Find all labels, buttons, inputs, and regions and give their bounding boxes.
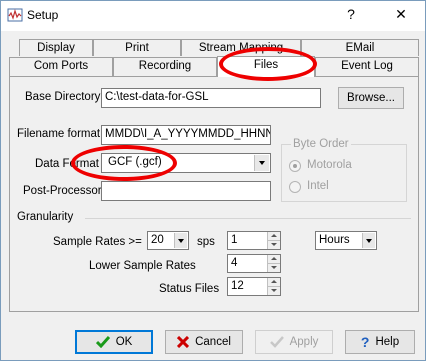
data-format-select[interactable]: GCF (.gcf) <box>101 153 271 173</box>
time-unit-select[interactable]: Hours <box>315 231 377 250</box>
tab-com-ports[interactable]: Com Ports <box>9 57 113 76</box>
sps-label: sps <box>197 236 215 248</box>
help-icon: ? <box>360 334 370 350</box>
status-files-spinner[interactable]: 12 <box>227 277 281 296</box>
base-directory-label: Base Directory <box>25 91 101 103</box>
tab-label: Recording <box>138 60 192 72</box>
window-title: Setup <box>27 8 59 22</box>
tab-label: Com Ports <box>33 60 89 72</box>
lower-sample-rates-label: Lower Sample Rates <box>89 260 196 272</box>
time-unit-value: Hours <box>319 234 350 246</box>
tab-print[interactable]: Print <box>93 39 181 56</box>
title-bar: Setup ? ✕ <box>1 1 425 31</box>
sps-value: 1 <box>231 234 238 246</box>
check-icon <box>269 336 284 348</box>
apply-label: Apply <box>289 336 319 348</box>
help-label: Help <box>375 336 400 348</box>
lower-sample-rates-spinner[interactable]: 4 <box>227 254 281 273</box>
tab-display[interactable]: Display <box>19 39 93 56</box>
granularity-title: Granularity <box>17 211 74 223</box>
setup-dialog: Setup ? ✕ Display Print Stream Mapping E… <box>0 0 426 361</box>
granularity-separator <box>85 218 411 219</box>
tab-files[interactable]: Files <box>217 56 315 77</box>
help-button[interactable]: ? Help <box>345 330 415 354</box>
sample-rates-label: Sample Rates >= <box>53 236 142 248</box>
post-processor-input[interactable] <box>101 181 271 201</box>
intel-label: Intel <box>307 180 329 192</box>
tab-email[interactable]: EMail <box>301 39 419 56</box>
ok-label: OK <box>115 336 133 348</box>
byte-order-title: Byte Order <box>291 138 351 150</box>
cancel-label: Cancel <box>195 336 231 348</box>
chevron-down-icon[interactable] <box>174 233 187 248</box>
tab-event-log[interactable]: Event Log <box>315 57 419 76</box>
sample-rate-select[interactable]: 20 <box>147 231 189 250</box>
spin-up-icon[interactable] <box>268 232 280 241</box>
check-icon <box>95 336 110 348</box>
status-files-value: 12 <box>231 280 244 292</box>
base-directory-input[interactable]: C:\test-data-for-GSL <box>101 88 321 108</box>
tab-label: Display <box>37 42 75 54</box>
motorola-radio[interactable] <box>289 160 301 172</box>
browse-button[interactable]: Browse... <box>338 87 404 109</box>
tab-label: EMail <box>345 42 375 54</box>
spin-down-icon[interactable] <box>268 241 280 250</box>
spin-down-icon[interactable] <box>268 287 280 296</box>
status-files-label: Status Files <box>159 283 220 295</box>
spin-up-icon[interactable] <box>268 278 280 287</box>
app-icon <box>7 8 23 22</box>
data-format-label: Data Format <box>35 158 99 170</box>
x-icon <box>177 336 190 348</box>
filename-format-input[interactable]: MMDD\I_A_YYYYMMDD_HHNN <box>101 125 271 145</box>
ok-button[interactable]: OK <box>75 330 153 354</box>
help-title-button[interactable]: ? <box>341 6 361 22</box>
close-button[interactable]: ✕ <box>391 6 411 23</box>
sps-spinner[interactable]: 1 <box>227 231 281 250</box>
tab-stream-mapping[interactable]: Stream Mapping <box>181 39 301 56</box>
sample-rate-value: 20 <box>151 234 164 246</box>
byte-order-group <box>281 144 407 202</box>
intel-radio[interactable] <box>289 181 301 193</box>
tab-label: Print <box>125 42 149 54</box>
motorola-label: Motorola <box>307 159 352 171</box>
tab-label: Event Log <box>341 60 393 72</box>
post-processor-label: Post-Processor <box>23 185 102 197</box>
cancel-button[interactable]: Cancel <box>165 330 243 354</box>
chevron-down-icon[interactable] <box>254 155 269 171</box>
lower-sample-rates-value: 4 <box>231 257 238 269</box>
tab-label: Stream Mapping <box>198 42 284 54</box>
spin-down-icon[interactable] <box>268 264 280 273</box>
data-format-value: GCF (.gcf) <box>108 156 162 168</box>
tab-recording[interactable]: Recording <box>113 57 217 76</box>
apply-button[interactable]: Apply <box>255 330 333 354</box>
chevron-down-icon[interactable] <box>362 233 375 248</box>
spin-up-icon[interactable] <box>268 255 280 264</box>
filename-format-label: Filename format <box>17 128 101 140</box>
tab-label: Files <box>253 59 279 71</box>
